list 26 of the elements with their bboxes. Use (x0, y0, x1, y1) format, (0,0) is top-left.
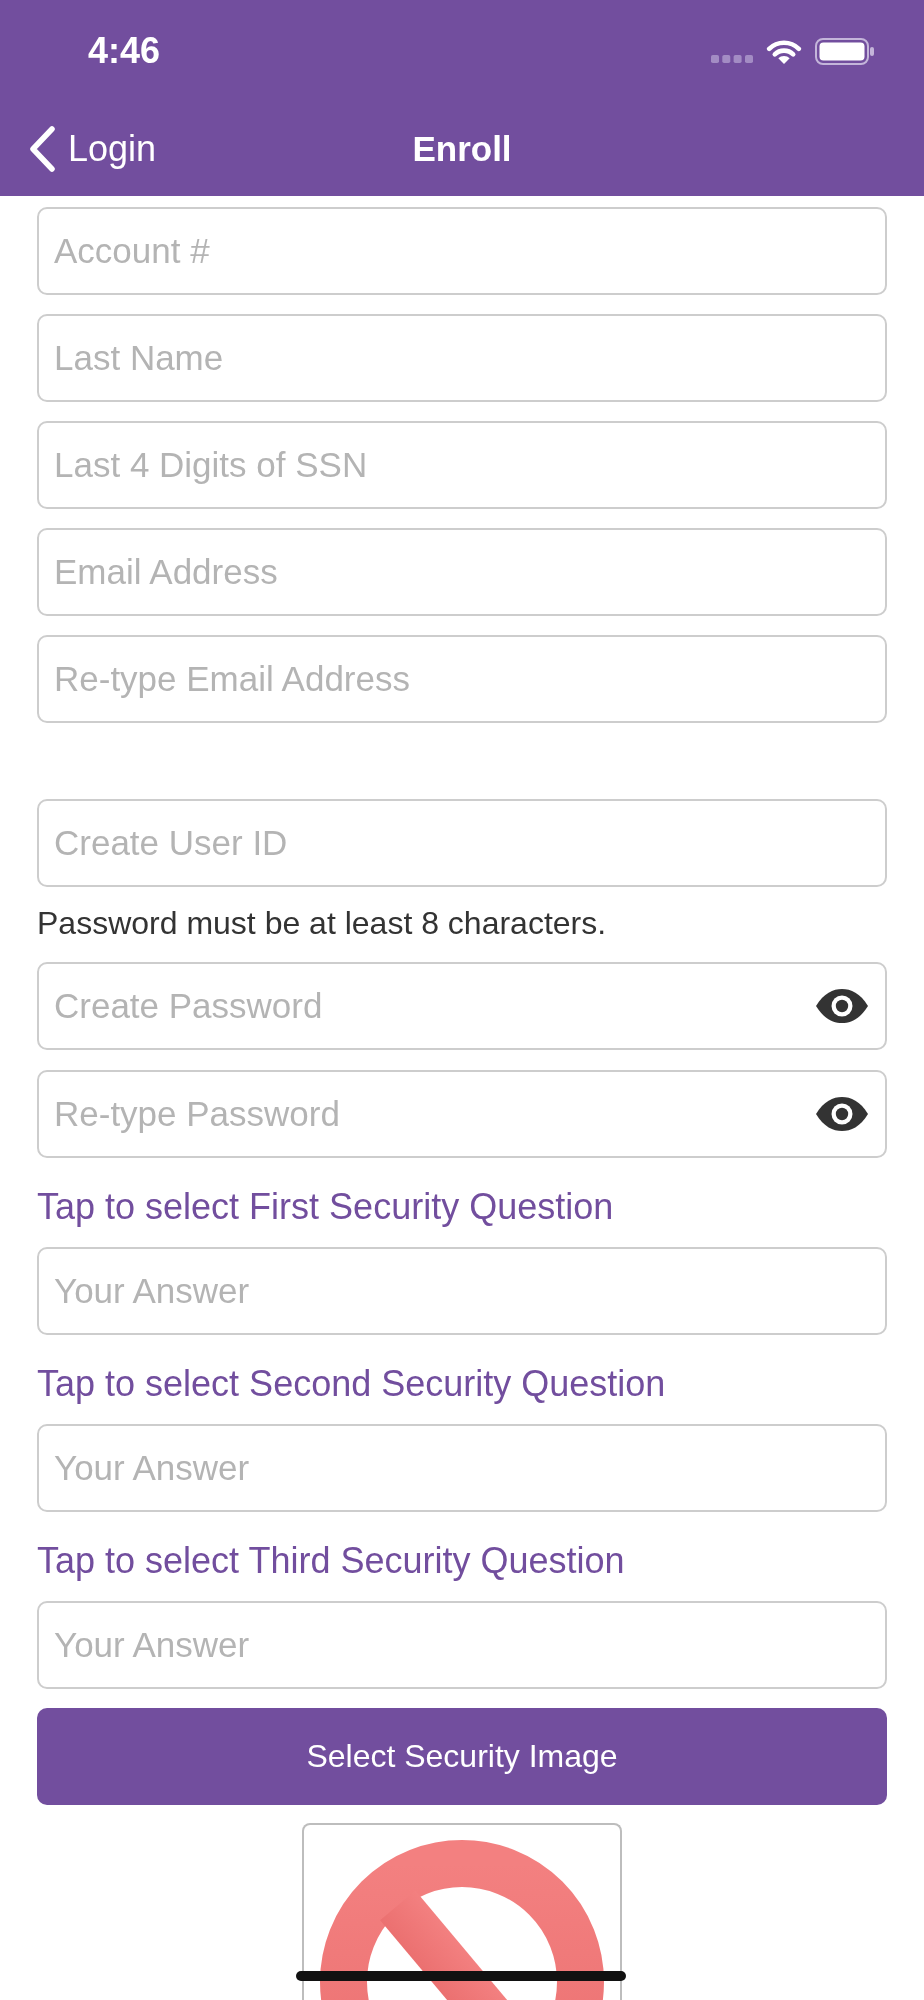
select-image-button[interactable]: Select Security Image (37, 1708, 887, 1805)
answer-field[interactable]: Your Answer (37, 1424, 887, 1512)
wifi-icon (766, 37, 802, 65)
input-field[interactable]: Account # (37, 207, 887, 295)
input-field[interactable]: Last Name (37, 314, 887, 402)
password-field[interactable]: Re-type Password (37, 1070, 887, 1158)
input-field[interactable]: Create User ID (37, 799, 887, 887)
status-time: 4:46 (88, 33, 161, 69)
security-question-link[interactable]: Tap to select Third Security Question (37, 1539, 625, 1583)
password-hint: Password must be at least 8 characters. (37, 904, 607, 942)
eye-icon[interactable] (815, 1096, 869, 1132)
battery-icon (815, 37, 874, 65)
security-question-link[interactable]: Tap to select Second Security Question (37, 1362, 666, 1406)
eye-icon[interactable] (815, 988, 869, 1024)
password-field[interactable]: Create Password (37, 962, 887, 1050)
chevron-left-icon (28, 126, 56, 172)
answer-field[interactable]: Your Answer (37, 1601, 887, 1689)
input-field[interactable]: Re-type Email Address (37, 635, 887, 723)
back-button[interactable]: Login (28, 126, 157, 172)
input-field[interactable]: Email Address (37, 528, 887, 616)
screen-title: Enroll (412, 128, 512, 170)
answer-field[interactable]: Your Answer (37, 1247, 887, 1335)
prohibited-sign-icon (320, 1840, 604, 2000)
security-question-link[interactable]: Tap to select First Security Question (37, 1185, 614, 1229)
signal-dots-icon (711, 55, 753, 63)
input-field[interactable]: Last 4 Digits of SSN (37, 421, 887, 509)
